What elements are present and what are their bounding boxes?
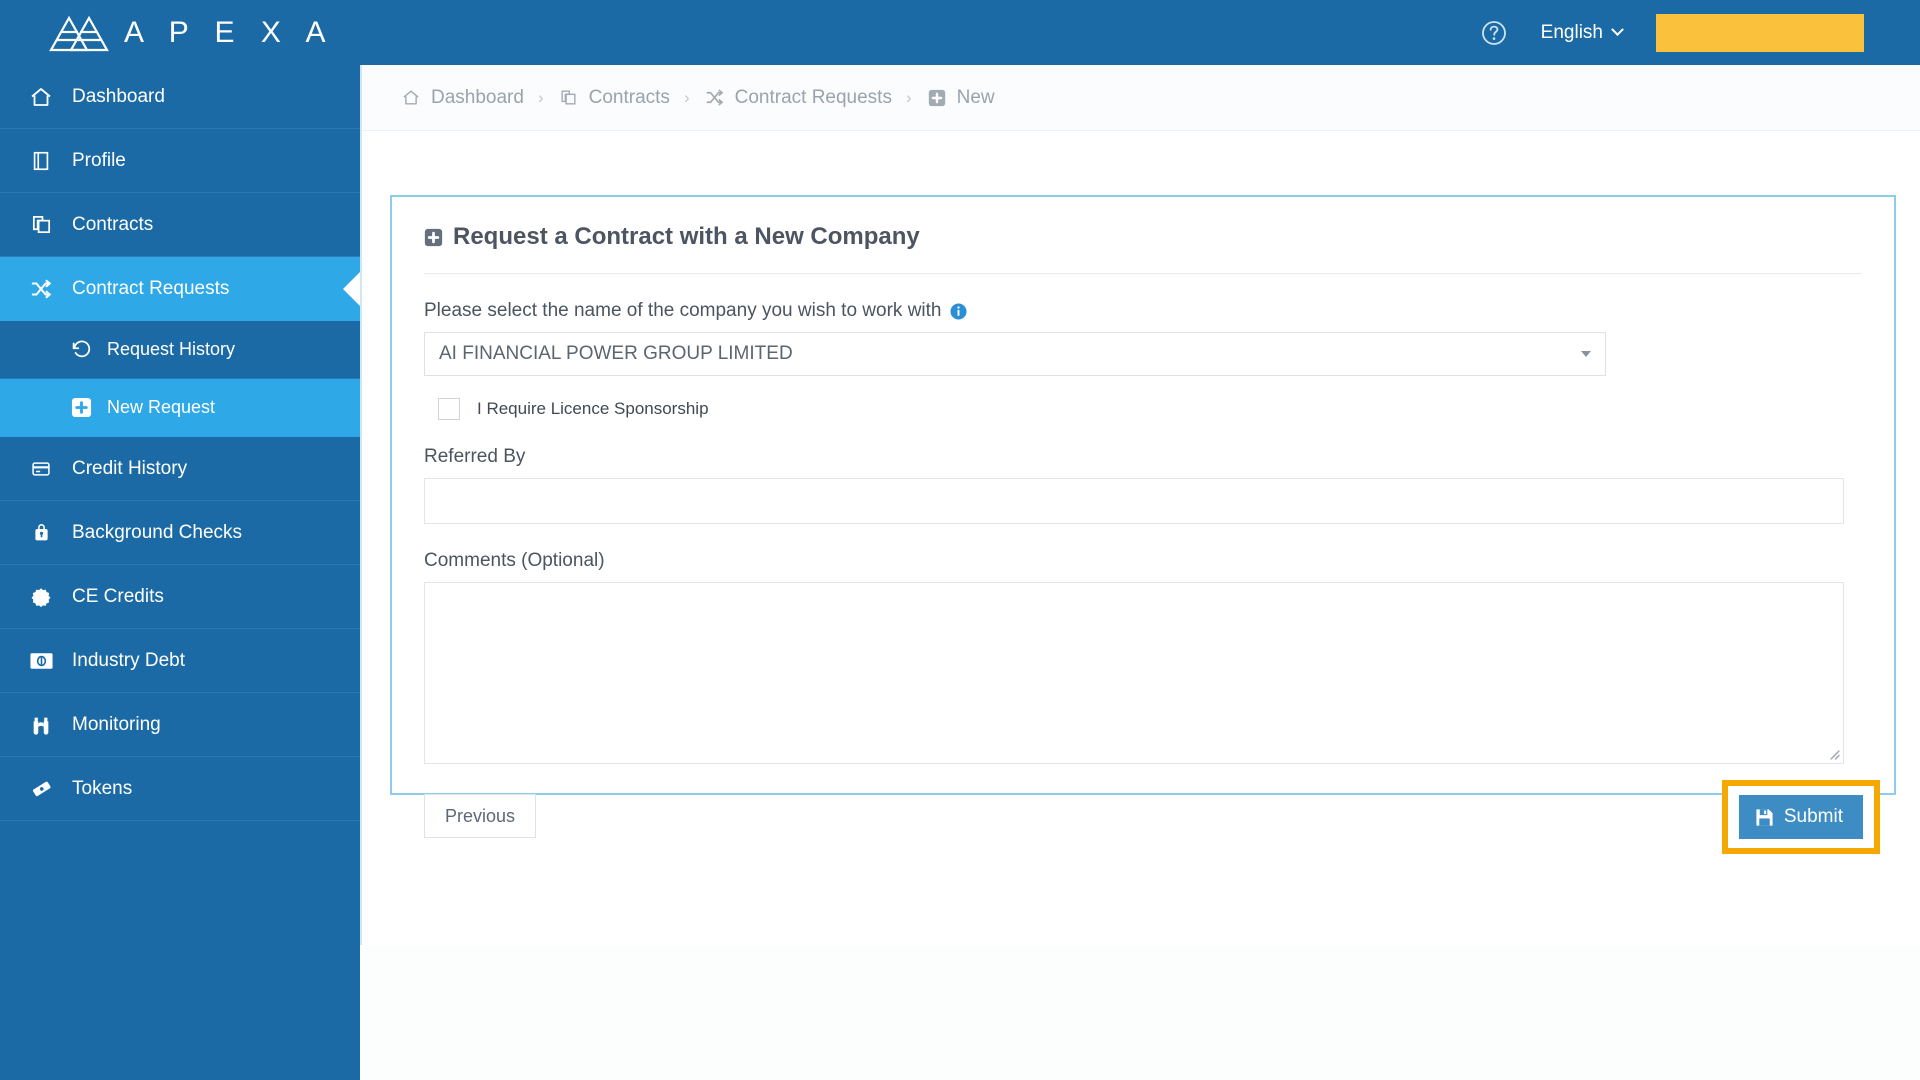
home-icon (26, 84, 56, 110)
top-header-bar: A P E X A English (0, 0, 1920, 65)
caret-down-icon (1581, 351, 1591, 357)
referred-by-input[interactable] (424, 478, 1844, 524)
referred-by-label-text: Referred By (424, 446, 526, 467)
money-icon (26, 648, 56, 674)
app-root: A P E X A English Dashboard Profile Cont… (0, 0, 1920, 1080)
badge-icon (26, 584, 56, 610)
breadcrumb-item-contract-requests[interactable]: Contract Requests (704, 87, 892, 109)
sidebar-item-label: Industry Debt (72, 649, 185, 671)
previous-button[interactable]: Previous (424, 794, 537, 838)
breadcrumb-label: Contracts (588, 86, 670, 108)
sidebar-item-contract-requests[interactable]: Contract Requests (0, 257, 360, 321)
save-icon (1755, 808, 1774, 827)
panel-title-text: Request a Contract with a New Company (453, 223, 920, 250)
sidebar-item-profile[interactable]: Profile (0, 129, 360, 193)
company-select[interactable]: AI FINANCIAL POWER GROUP LIMITED (424, 332, 1606, 376)
help-circle-icon[interactable] (1481, 20, 1507, 46)
sidebar-item-tokens[interactable]: Tokens (0, 757, 360, 821)
binoculars-icon (26, 712, 56, 738)
home-icon (400, 88, 422, 108)
comments-label-text: Comments (Optional) (424, 550, 605, 571)
main-content: Dashboard › Contracts › Contract Request… (360, 65, 1920, 1080)
brand-logo[interactable]: A P E X A (48, 0, 335, 65)
ticket-icon (26, 776, 56, 802)
sidebar-item-background-checks[interactable]: Background Checks (0, 501, 360, 565)
breadcrumb-item-dashboard[interactable]: Dashboard (400, 87, 524, 109)
breadcrumb-separator: › (537, 87, 544, 107)
sidebar-item-dashboard[interactable]: Dashboard (0, 65, 360, 129)
shuffle-icon (26, 276, 56, 302)
new-contract-request-panel: Request a Contract with a New Company Pl… (390, 195, 1896, 854)
comments-label: Comments (Optional) (424, 550, 1862, 572)
licence-sponsorship-label: I Require Licence Sponsorship (477, 399, 709, 418)
breadcrumb-label: Dashboard (431, 86, 524, 108)
language-selector[interactable]: English (1540, 21, 1624, 44)
user-account-chip[interactable] (1656, 13, 1864, 52)
sidebar-item-label: Contracts (72, 213, 154, 235)
copy-icon (26, 212, 56, 238)
sidebar-item-request-history[interactable]: Request History (0, 321, 360, 379)
sidebar-item-contracts[interactable]: Contracts (0, 193, 360, 257)
main-sidebar: Dashboard Profile Contracts Contract Req… (0, 65, 360, 1080)
sidebar-item-label: Monitoring (72, 713, 161, 735)
sidebar-item-label: Background Checks (72, 521, 243, 543)
brand-name: A P E X A (124, 15, 335, 49)
breadcrumb-separator: › (683, 87, 690, 107)
sidebar-item-industry-debt[interactable]: Industry Debt (0, 629, 360, 693)
shuffle-icon (704, 88, 726, 108)
company-select-label-text: Please select the name of the company yo… (424, 300, 942, 321)
comments-textarea[interactable] (424, 582, 1844, 764)
comments-wrapper (424, 582, 1844, 764)
apexa-triangle-logo-icon (48, 13, 110, 53)
plus-square-icon (926, 88, 948, 108)
sidebar-item-new-request[interactable]: New Request (0, 379, 360, 437)
sidebar-item-label: Dashboard (72, 85, 165, 107)
submit-button-label: Submit (1783, 806, 1843, 827)
info-circle-icon[interactable] (950, 302, 968, 320)
history-icon (68, 339, 94, 361)
page-background-filler (360, 945, 1920, 1080)
licence-sponsorship-row: I Require Licence Sponsorship (424, 398, 1862, 420)
sidebar-item-monitoring[interactable]: Monitoring (0, 693, 360, 757)
form-actions: Previous Submit (424, 780, 1880, 858)
company-select-value: AI FINANCIAL POWER GROUP LIMITED (439, 343, 793, 364)
copy-icon (558, 88, 580, 108)
lock-bag-icon (26, 520, 56, 546)
sidebar-item-label: CE Credits (72, 585, 164, 607)
sidebar-item-label: Tokens (72, 777, 133, 799)
sidebar-item-credit-history[interactable]: Credit History (0, 437, 360, 501)
sidebar-item-label: Profile (72, 149, 126, 171)
submit-button[interactable]: Submit (1738, 795, 1863, 839)
sidebar-item-label: Request History (107, 339, 236, 359)
sidebar-item-ce-credits[interactable]: CE Credits (0, 565, 360, 629)
licence-sponsorship-checkbox[interactable] (438, 398, 460, 420)
book-icon (26, 148, 56, 174)
breadcrumb-item-contracts[interactable]: Contracts (558, 87, 670, 109)
breadcrumb-label: Contract Requests (734, 86, 892, 108)
referred-by-label: Referred By (424, 446, 1862, 468)
breadcrumb-separator: › (905, 87, 912, 107)
sidebar-item-label: Contract Requests (72, 277, 230, 299)
panel-title: Request a Contract with a New Company (424, 223, 1862, 274)
sidebar-item-label: Credit History (72, 457, 188, 479)
credit-card-icon (26, 456, 56, 482)
plus-square-icon (68, 397, 94, 419)
breadcrumb: Dashboard › Contracts › Contract Request… (362, 65, 1920, 131)
language-label: English (1540, 21, 1603, 43)
header-right-actions: English (1481, 0, 1920, 65)
company-select-label: Please select the name of the company yo… (424, 300, 1862, 322)
sidebar-item-label: New Request (107, 397, 216, 417)
chevron-down-icon (1611, 23, 1624, 37)
plus-square-icon (424, 228, 443, 247)
submit-highlight-box: Submit (1721, 780, 1880, 854)
breadcrumb-item-new[interactable]: New (926, 87, 995, 109)
breadcrumb-label: New (956, 86, 995, 108)
